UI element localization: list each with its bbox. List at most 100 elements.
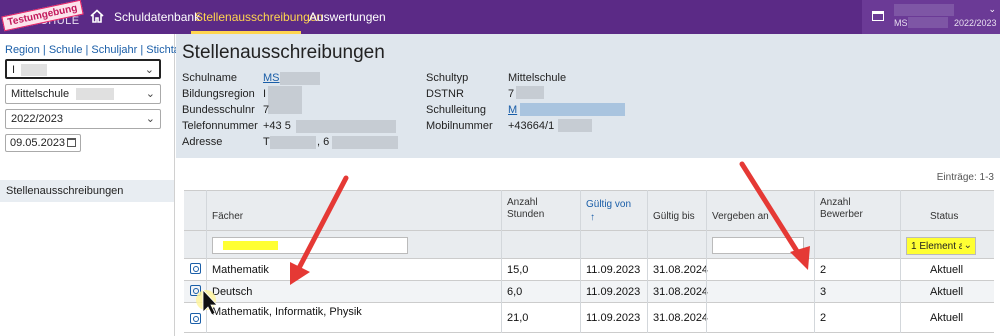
cell-gueltig-bis: 31.08.2024 [653, 264, 709, 276]
highlight-marker [223, 241, 278, 250]
vacancy-table: Fächer Anzahl Stunden Gültig von ↑ Gülti… [184, 190, 994, 336]
label-telefonnummer: Telefonnummer [182, 120, 258, 132]
column-divider [580, 190, 581, 333]
label-bildungsregion: Bildungsregion [182, 88, 255, 100]
cell-gueltig-von: 11.09.2023 [586, 312, 641, 324]
header-gueltig-von[interactable]: Gültig von [586, 199, 631, 211]
value-schulname[interactable]: MS [263, 72, 280, 84]
header-faecher[interactable]: Fächer [212, 211, 243, 223]
header-gueltig-bis[interactable]: Gültig bis [653, 211, 695, 223]
redacted-school [76, 88, 114, 100]
label-adresse: Adresse [182, 136, 223, 148]
context-breadcrumb[interactable]: Region | Schule | Schuljahr | Stichtag [5, 44, 186, 56]
table-row[interactable]: Mathematik, Informatik, Physik 21,0 11.0… [184, 303, 994, 333]
view-details-icon[interactable] [190, 313, 201, 324]
view-details-icon[interactable] [190, 285, 201, 296]
value-adresse-ort: , 6 [317, 136, 330, 148]
label-dstnr: DSTNR [426, 88, 464, 100]
school-value: Mittelschule [11, 88, 70, 100]
schoolyear-value: 2022/2023 [11, 113, 63, 125]
schoolyear-select[interactable]: 2022/2023 ⌄ [5, 109, 161, 129]
chevron-down-icon: ⌄ [145, 113, 155, 125]
region-select[interactable]: I ⌄ [5, 59, 161, 79]
value-schulleitung[interactable]: M [508, 104, 517, 116]
value-bildungsregion: I [263, 88, 267, 100]
user-school: MS [894, 18, 908, 28]
cell-bewerber: 2 [820, 312, 827, 324]
cell-bewerber: 3 [820, 286, 827, 298]
user-context-menu[interactable]: MS 2022/2023 ⌄ [862, 0, 1000, 34]
cell-faecher: Deutsch [212, 286, 253, 298]
column-divider [501, 190, 502, 333]
sidebar-item-stellenausschreibungen[interactable]: Stellenausschreibungen [0, 180, 174, 202]
filter-row: 1 Element a ⌄ [184, 231, 994, 259]
column-divider [206, 190, 207, 333]
table-row[interactable]: Deutsch 6,0 11.09.2023 31.08.2024 3 Aktu… [184, 281, 994, 303]
cell-stunden: 21,0 [507, 312, 529, 324]
redacted-schulleitung [520, 103, 625, 116]
column-divider [814, 190, 815, 333]
redacted-mobilnummer [558, 119, 592, 132]
value-dstnr: 7 [508, 88, 515, 100]
nav-stellenausschreibungen[interactable]: Stellenausschreibungen [195, 10, 323, 24]
header-vergeben-an[interactable]: Vergeben an [712, 211, 769, 223]
entry-count: Einträge: 1-3 [936, 172, 994, 183]
chevron-down-icon: ⌄ [144, 64, 154, 76]
cell-gueltig-von: 11.09.2023 [586, 286, 641, 298]
home-icon[interactable] [90, 9, 104, 23]
label-schulname: Schulname [182, 72, 238, 84]
value-adresse: T [263, 136, 270, 148]
reference-date-field[interactable]: 09.05.2023 [5, 134, 81, 152]
faecher-filter-input[interactable] [212, 237, 408, 254]
view-details-icon[interactable] [190, 263, 201, 274]
cell-gueltig-bis: 31.08.2024 [653, 312, 709, 324]
cell-bewerber: 2 [820, 264, 827, 276]
reference-date-value: 09.05.2023 [10, 137, 66, 149]
table-row[interactable]: Mathematik 15,0 11.09.2023 31.08.2024 2 … [184, 259, 994, 281]
label-bundesschulnr: Bundesschulnr [182, 104, 255, 116]
label-schulleitung: Schulleitung [426, 104, 486, 116]
header-anzahl-stunden[interactable]: Anzahl Stunden [507, 197, 559, 221]
label-mobilnummer: Mobilnummer [426, 120, 493, 132]
cell-status: Aktuell [930, 264, 964, 276]
column-divider [647, 190, 648, 333]
value-mobilnummer: +43664/1 [508, 120, 555, 132]
top-navigation-bar: SCHULE Testumgebung Schuldatenbank Stell… [0, 0, 1000, 34]
value-telefonnummer: +43 5 [263, 120, 291, 132]
value-bundesschulnr: 7 [263, 104, 270, 116]
cell-gueltig-von: 11.09.2023 [586, 264, 641, 276]
redacted-dstnr [516, 86, 544, 99]
label-schultyp: Schultyp [426, 72, 469, 84]
status-filter-value: 1 Element a [911, 241, 965, 252]
redacted-user [894, 4, 954, 16]
value-schultyp: Mittelschule [508, 72, 567, 84]
school-info-panel: Stellenausschreibungen Schulname MS Bild… [176, 34, 1000, 158]
sort-ascending-icon[interactable]: ↑ [590, 212, 595, 224]
main-content: Stellenausschreibungen Schulname MS Bild… [176, 34, 1000, 336]
region-value: I [12, 64, 16, 76]
calendar-icon[interactable] [67, 138, 76, 147]
school-select[interactable]: Mittelschule ⌄ [5, 84, 161, 104]
cell-faecher: Mathematik [212, 264, 269, 276]
redacted-ort [332, 136, 398, 149]
cell-stunden: 15,0 [507, 264, 529, 276]
app-logo[interactable]: SCHULE Testumgebung [1, 0, 84, 32]
column-divider [706, 190, 707, 333]
sidebar: Region | Schule | Schuljahr | Stichtag I… [0, 34, 186, 336]
cell-faecher: Mathematik, Informatik, Physik [212, 306, 362, 318]
cell-gueltig-bis: 31.08.2024 [653, 286, 709, 298]
chevron-down-icon: ⌄ [145, 88, 155, 100]
status-filter-select[interactable]: 1 Element a ⌄ [906, 237, 976, 255]
header-anzahl-bewerber[interactable]: Anzahl Bewerber [820, 197, 872, 221]
nav-auswertungen[interactable]: Auswertungen [309, 10, 386, 24]
column-divider [900, 190, 901, 333]
vergeben-filter-input[interactable] [712, 237, 804, 254]
redacted-schulname [280, 72, 320, 85]
chevron-down-icon: ⌄ [961, 240, 972, 251]
cell-status: Aktuell [930, 312, 964, 324]
window-icon [872, 11, 884, 21]
cell-status: Aktuell [930, 286, 964, 298]
redacted-telefonnummer [296, 120, 396, 133]
header-status[interactable]: Status [930, 211, 958, 223]
nav-schuldatenbank[interactable]: Schuldatenbank [114, 10, 200, 24]
